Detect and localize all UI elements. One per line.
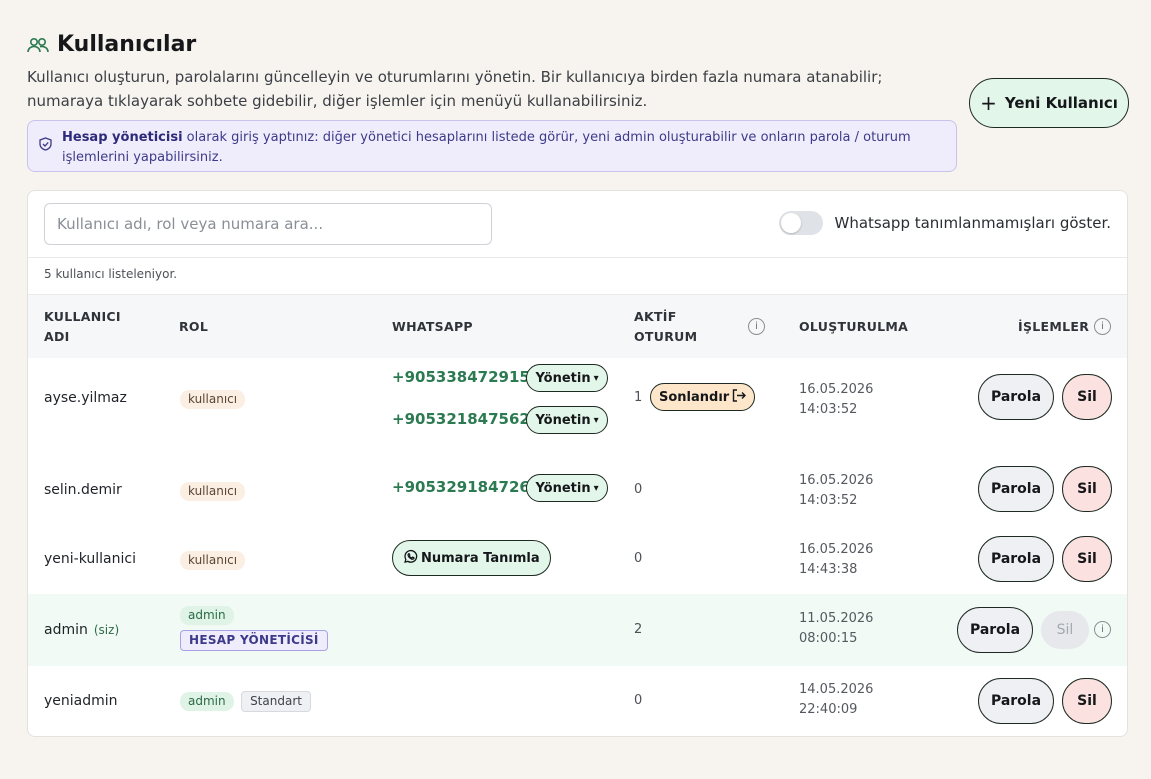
- manage-dropdown[interactable]: Yönetin ▾: [526, 364, 608, 392]
- phone-link[interactable]: +905321847562: [392, 410, 530, 428]
- role-badge: admin: [180, 606, 234, 625]
- delete-button[interactable]: Sil: [1062, 536, 1112, 582]
- whatsapp-icon: [403, 549, 418, 568]
- page-description: Kullanıcı oluşturun, parolalarını güncel…: [27, 68, 883, 110]
- role-badge: kullanıcı: [180, 390, 246, 409]
- users-card: Whatsapp tanımlanmamışları göster. 5 kul…: [27, 190, 1128, 737]
- username: selin.demir: [44, 482, 122, 498]
- role-badge: admin: [180, 692, 234, 711]
- delete-button[interactable]: Sil: [1062, 678, 1112, 724]
- session-count: 2: [634, 622, 643, 637]
- delete-button[interactable]: Sil: [1062, 466, 1112, 512]
- page-header: Kullanıcılar Kullanıcı oluşturun, parola…: [27, 32, 1132, 113]
- username: yeniadmin: [44, 693, 118, 709]
- end-session-button[interactable]: Sonlandır: [650, 383, 756, 411]
- col-role: ROL: [179, 319, 209, 334]
- password-button[interactable]: Parola: [957, 607, 1033, 653]
- you-label: (siz): [93, 623, 120, 637]
- created-date: 14.05.2026 22:40:09: [799, 682, 874, 717]
- shield-check-icon: [39, 137, 52, 158]
- password-button[interactable]: Parola: [978, 466, 1054, 512]
- phone-link[interactable]: +905338472915: [392, 368, 530, 386]
- toggle-knob: [780, 213, 801, 233]
- created-date: 16.05.2026 14:03:52: [799, 382, 874, 417]
- notice-role: Hesap yöneticisi: [62, 130, 183, 145]
- delete-button[interactable]: Sil: [1062, 374, 1112, 420]
- user-count: 5 kullanıcı listeleniyor.: [44, 267, 178, 281]
- info-icon[interactable]: i: [1094, 318, 1111, 335]
- unassigned-toggle-group: Whatsapp tanımlanmamışları göster.: [778, 211, 1112, 235]
- session-count: 0: [634, 551, 643, 566]
- phone-link[interactable]: +905329184726: [392, 478, 530, 496]
- password-button[interactable]: Parola: [978, 374, 1054, 420]
- username: admin (siz): [44, 622, 120, 638]
- table-row: yeni-kullanici kullanıcı Numara Tanımla …: [28, 512, 1127, 594]
- col-actions: İŞLEMLER: [1018, 319, 1090, 334]
- page-title: Kullanıcılar: [57, 32, 197, 57]
- title-row: Kullanıcılar: [27, 32, 1132, 57]
- chevron-down-icon: ▾: [593, 372, 599, 384]
- info-icon[interactable]: i: [748, 318, 765, 335]
- session-count: 0: [634, 482, 643, 497]
- username: yeni-kullanici: [44, 551, 136, 567]
- users-icon: [27, 35, 51, 55]
- created-date: 16.05.2026 14:43:38: [799, 542, 874, 577]
- notice-text: olarak giriş yaptınız: diğer yönetici he…: [62, 130, 911, 165]
- standard-badge: Standart: [241, 691, 311, 712]
- search-input[interactable]: [44, 203, 492, 245]
- table-row: selin.demir kullanıcı +905329184726 Yöne…: [28, 442, 1127, 512]
- info-icon[interactable]: i: [1094, 621, 1111, 638]
- divider: [28, 257, 1127, 258]
- plus-icon: +: [980, 91, 997, 115]
- col-created: OLUŞTURULMA: [799, 319, 909, 334]
- col-username: KULLANICI ADI: [44, 309, 121, 344]
- username: ayse.yilmaz: [44, 390, 127, 406]
- chevron-down-icon: ▾: [593, 414, 599, 426]
- role-badge: kullanıcı: [180, 482, 246, 501]
- created-date: 16.05.2026 14:03:52: [799, 473, 874, 508]
- logout-icon: [732, 388, 747, 406]
- chevron-down-icon: ▾: [593, 482, 599, 494]
- role-badge: kullanıcı: [180, 551, 246, 570]
- created-date: 11.05.2026 08:00:15: [799, 611, 874, 646]
- table-row: ayse.yilmaz kullanıcı +905338472915 Yöne…: [28, 358, 1127, 442]
- table-row: yeniadmin admin Standart 0 14.05.2026 22:…: [28, 666, 1127, 736]
- admin-notice: Hesap yöneticisi olarak giriş yaptınız: …: [27, 120, 957, 172]
- account-manager-badge: HESAP YÖNETİCİSİ: [180, 630, 328, 651]
- col-whatsapp: WHATSAPP: [392, 319, 473, 334]
- delete-button-disabled: Sil: [1041, 611, 1089, 649]
- session-count: 1: [634, 390, 643, 405]
- new-user-button[interactable]: + Yeni Kullanıcı: [969, 78, 1129, 128]
- table-row-current: admin (siz) admin HESAP YÖNETİCİSİ 2 11.0…: [28, 594, 1127, 666]
- toggle-label: Whatsapp tanımlanmamışları göster.: [834, 214, 1112, 232]
- define-number-button[interactable]: Numara Tanımla: [392, 540, 551, 576]
- manage-dropdown[interactable]: Yönetin ▾: [526, 406, 608, 434]
- col-active-sessions: AKTİF OTURUM: [634, 309, 698, 344]
- session-count: 0: [634, 693, 643, 708]
- manage-dropdown[interactable]: Yönetin ▾: [526, 474, 608, 502]
- password-button[interactable]: Parola: [978, 678, 1054, 724]
- new-user-label: Yeni Kullanıcı: [1004, 94, 1118, 112]
- table-header: KULLANICI ADI ROL WHATSAPP AKTİF OTURUM i …: [28, 294, 1127, 358]
- unassigned-toggle[interactable]: [778, 211, 823, 235]
- password-button[interactable]: Parola: [978, 536, 1054, 582]
